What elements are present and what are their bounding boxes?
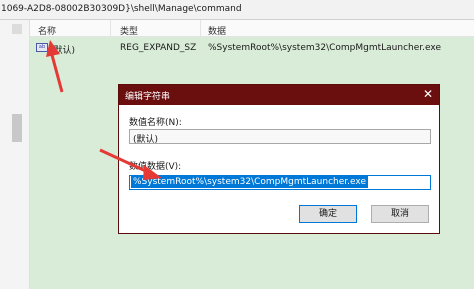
ok-button[interactable]: 确定	[299, 205, 357, 223]
column-type[interactable]: 类型	[120, 24, 138, 37]
dialog-titlebar[interactable]: 编辑字符串 ✕	[119, 85, 439, 105]
close-icon[interactable]: ✕	[423, 87, 433, 101]
address-bar[interactable]: 1069-A2D8-08002B30309D}\shell\Manage\com…	[0, 0, 474, 20]
value-name: (默认)	[50, 46, 76, 56]
address-path: 1069-A2D8-08002B30309D}\shell\Manage\com…	[1, 4, 242, 14]
list-item[interactable]: ab (默认) REG_EXPAND_SZ %SystemRoot%\syste…	[30, 41, 474, 56]
value-name-label: 数值名称(N):	[129, 118, 182, 128]
value-data: %SystemRoot%\system32\CompMgmtLauncher.e…	[208, 43, 441, 53]
column-divider[interactable]	[110, 20, 111, 36]
cancel-button[interactable]: 取消	[371, 205, 429, 223]
value-name-field[interactable]: (默认)	[129, 129, 431, 144]
registry-value-icon: ab	[36, 43, 48, 52]
value-name-text: (默认)	[133, 135, 159, 144]
value-data-label: 数值数据(V):	[129, 162, 182, 172]
dialog-title: 编辑字符串	[125, 92, 171, 102]
column-header: 名称 类型 数据	[30, 20, 474, 37]
column-name[interactable]: 名称	[38, 24, 56, 37]
scroll-up-button[interactable]	[12, 24, 22, 34]
edit-string-dialog: 编辑字符串 ✕ 数值名称(N): (默认) 数值数据(V): %SystemRo…	[118, 84, 440, 234]
value-data-text: %SystemRoot%\system32\CompMgmtLauncher.e…	[131, 176, 368, 188]
column-divider[interactable]	[200, 20, 201, 36]
tree-panel[interactable]	[0, 20, 30, 289]
value-type: REG_EXPAND_SZ	[120, 43, 197, 53]
scrollbar-thumb[interactable]	[12, 114, 22, 142]
value-data-field[interactable]: %SystemRoot%\system32\CompMgmtLauncher.e…	[129, 175, 431, 190]
column-data[interactable]: 数据	[208, 24, 226, 37]
